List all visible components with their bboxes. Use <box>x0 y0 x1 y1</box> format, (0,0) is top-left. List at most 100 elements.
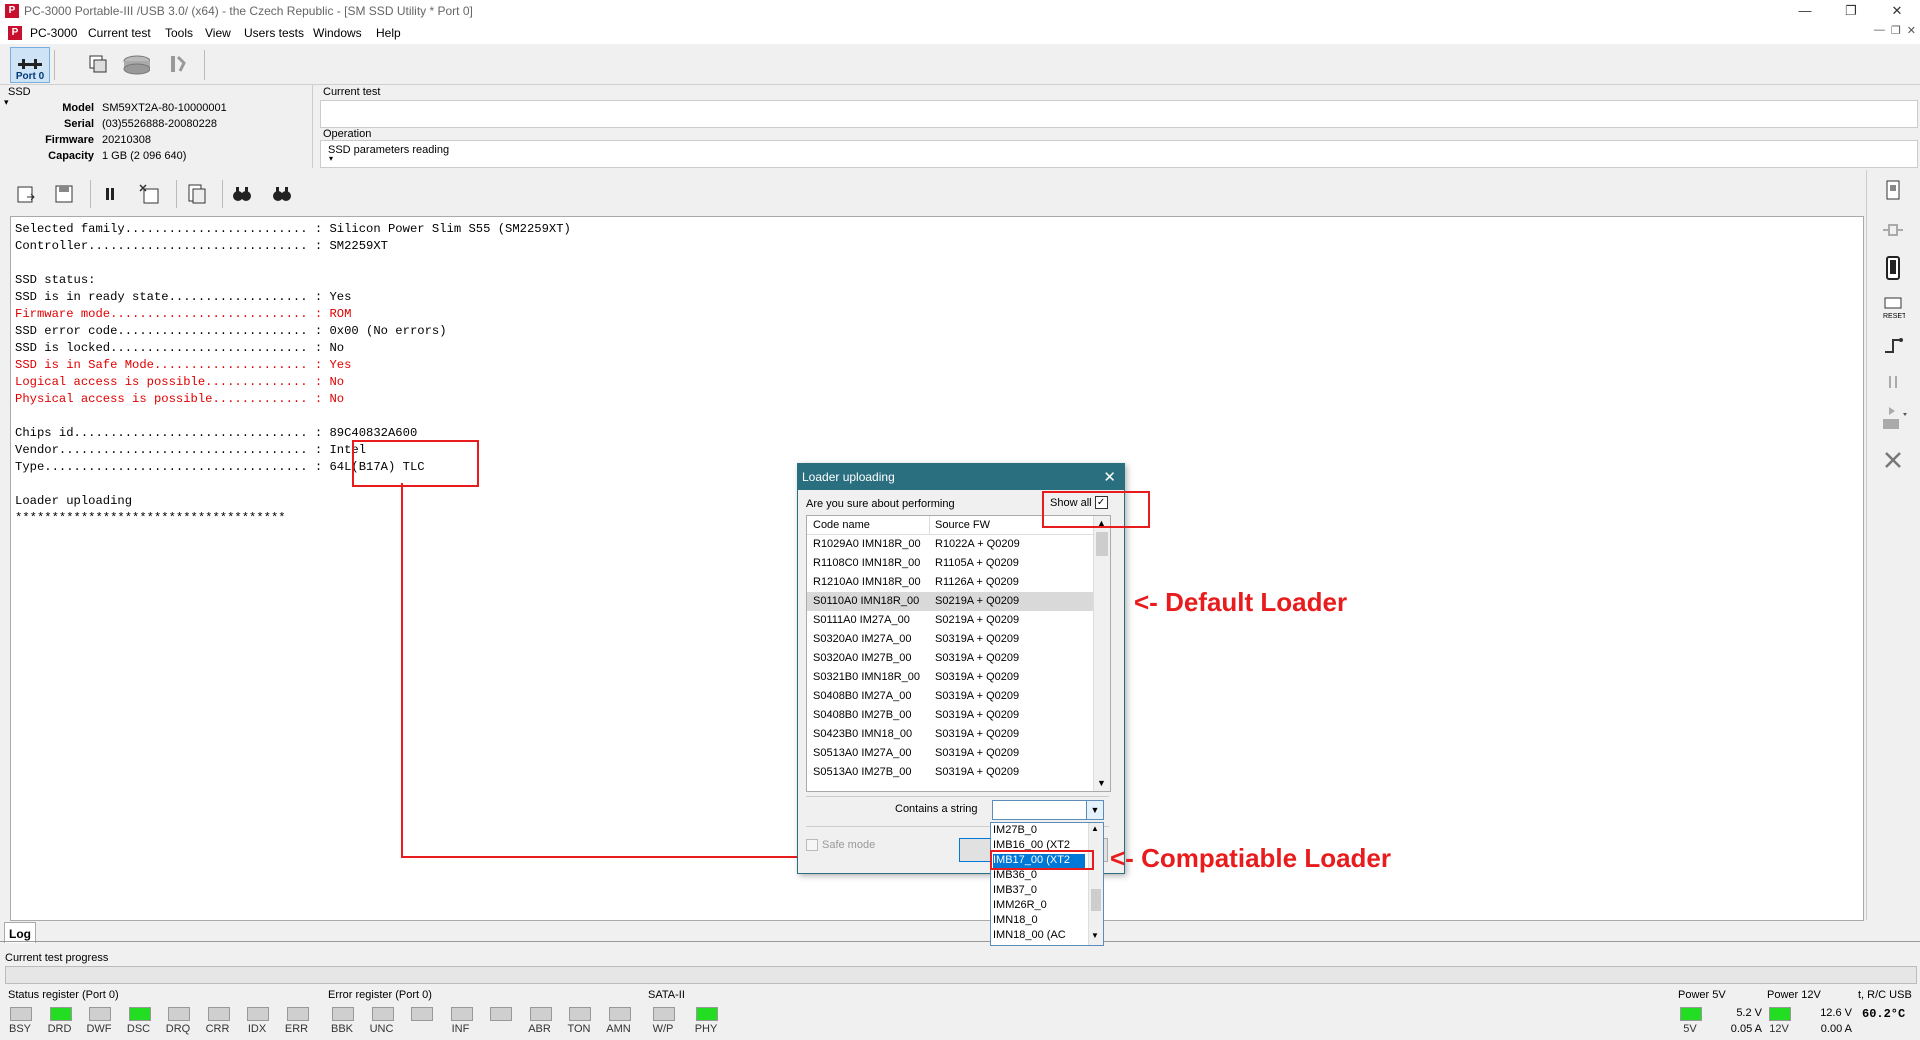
menu-tools[interactable]: Tools <box>165 26 193 40</box>
loader-row[interactable]: S0110A0 IMN18R_00 S0219A + Q0209 <box>807 592 1093 611</box>
dropdown-scrollbar[interactable]: ▲ ▼ <box>1088 823 1103 945</box>
menu-current-test[interactable]: Current test <box>88 26 151 40</box>
loader-source-fw: S0319A + Q0209 <box>935 747 1020 759</box>
dropdown-scroll-up-icon[interactable]: ▲ <box>1091 824 1099 833</box>
sidebar-power-icon[interactable] <box>1879 216 1907 244</box>
dropdown-item[interactable]: IMN18_0 <box>993 914 1085 929</box>
filter-input[interactable] <box>995 802 1083 816</box>
current-test-label: Current test <box>323 86 381 98</box>
menu-view[interactable]: View <box>205 26 231 40</box>
log-line: Chips id................................… <box>15 426 418 440</box>
loader-row[interactable]: R1210A0 IMN18R_00 R1126A + Q0209 <box>807 573 1093 592</box>
open-file-icon[interactable] <box>12 180 40 208</box>
loader-source-fw: S0319A + Q0209 <box>935 671 1020 683</box>
log-line: Vendor..................................… <box>15 443 367 457</box>
status-led <box>490 1007 512 1021</box>
status-led-label: DWF <box>86 1023 112 1035</box>
sidebar-drive-info-icon[interactable] <box>1879 176 1907 204</box>
sidebar-connection-icon[interactable] <box>1879 332 1907 360</box>
menu-windows[interactable]: Windows <box>313 26 362 40</box>
log-line: Selected family.........................… <box>15 222 571 236</box>
dropdown-scroll-down-icon[interactable]: ▼ <box>1091 931 1099 940</box>
loader-source-fw: R1126A + Q0209 <box>935 576 1019 588</box>
safe-mode-box <box>806 839 818 851</box>
close-window-button[interactable]: ✕ <box>1874 0 1920 22</box>
progress-bar <box>5 966 1917 984</box>
sidebar-pause-icon[interactable] <box>1879 368 1907 396</box>
dropdown-item[interactable]: IMB37_0 <box>993 884 1085 899</box>
find-next-icon[interactable] <box>268 180 296 208</box>
dropdown-item[interactable]: IM27B_0 <box>993 824 1085 839</box>
dropdown-item[interactable]: IMB36_0 <box>993 869 1085 884</box>
mdi-restore-button[interactable]: ❐ <box>1891 24 1901 37</box>
status-led-label: INF <box>451 1023 470 1035</box>
loader-code-name: R1108C0 IMN18R_00 <box>813 557 921 569</box>
operation-expand-icon[interactable]: ▾ <box>329 154 333 163</box>
loader-row[interactable]: S0320A0 IM27A_00 S0319A + Q0209 <box>807 630 1093 649</box>
menu-bar: P PC-3000 Current test Tools View Users … <box>0 22 1920 45</box>
copy-windows-icon[interactable] <box>84 50 112 78</box>
loader-code-name: R1210A0 IMN18R_00 <box>813 576 921 588</box>
capacity-value: 1 GB (2 096 640) <box>102 150 187 162</box>
scroll-thumb[interactable] <box>1096 532 1108 556</box>
stop-test-icon[interactable] <box>136 180 164 208</box>
error-register-title: Error register (Port 0) <box>328 989 432 1001</box>
loader-row[interactable]: S0320A0 IM27B_00 S0319A + Q0209 <box>807 649 1093 668</box>
safe-mode-checkbox[interactable]: Safe mode <box>806 839 875 851</box>
loader-row[interactable]: S0423B0 IMN18_00 S0319A + Q0209 <box>807 725 1093 744</box>
dropdown-scroll-thumb[interactable] <box>1091 889 1101 911</box>
tool-icon[interactable] <box>163 50 191 78</box>
status-led-label: CRR <box>205 1023 230 1035</box>
status-led-label: TON <box>567 1023 591 1035</box>
copy-log-icon[interactable] <box>182 180 210 208</box>
sidebar-play-chip-icon[interactable] <box>1879 406 1907 434</box>
pause-icon[interactable] <box>96 180 124 208</box>
loader-code-name: S0321B0 IMN18R_00 <box>813 671 921 683</box>
dropdown-item[interactable]: IMN18_00 (AC <box>993 929 1085 944</box>
loader-row[interactable]: S0321B0 IMN18R_00 S0319A + Q0209 <box>807 668 1093 687</box>
loader-code-name: S0111A0 IM27A_00 <box>813 614 910 626</box>
temperature-value: 60.2°C <box>1862 1007 1906 1021</box>
loader-row[interactable]: R1029A0 IMN18R_00 R1022A + Q0209 <box>807 535 1093 554</box>
loader-code-name: S0408B0 IM27B_00 <box>813 709 912 721</box>
dialog-close-icon[interactable]: ✕ <box>1103 468 1116 486</box>
maximize-button[interactable]: ❐ <box>1828 0 1874 22</box>
ssd-section-label: SSD <box>8 86 31 98</box>
mdi-close-button[interactable]: ✕ <box>1907 24 1916 37</box>
save-file-icon[interactable] <box>50 180 78 208</box>
sidebar-tools-icon[interactable] <box>1879 446 1907 474</box>
dropdown-item[interactable]: IMM26R_0 <box>993 899 1085 914</box>
status-led <box>696 1007 718 1021</box>
loader-row[interactable]: S0408B0 IM27A_00 S0319A + Q0209 <box>807 687 1093 706</box>
log-tab[interactable]: Log <box>4 922 36 943</box>
mdi-minimize-button[interactable]: — <box>1874 24 1885 37</box>
column-code-name[interactable]: Code name <box>813 519 870 531</box>
loader-source-fw: S0319A + Q0209 <box>935 633 1020 645</box>
filter-dropdown-icon[interactable]: ▼ <box>1086 801 1103 819</box>
loader-row[interactable]: S0111A0 IM27A_00 S0219A + Q0209 <box>807 611 1093 630</box>
loader-source-fw: S0319A + Q0209 <box>935 709 1020 721</box>
status-led <box>371 1007 394 1021</box>
port0-button[interactable]: Port 0 <box>10 47 50 83</box>
menu-pc3000[interactable]: PC-3000 <box>30 26 77 40</box>
status-led-label: PHY <box>694 1023 718 1035</box>
loader-row[interactable]: S0513A0 IM27A_00 S0319A + Q0209 <box>807 744 1093 763</box>
filter-combobox[interactable]: ▼ <box>992 800 1104 820</box>
sidebar-device-icon[interactable] <box>1879 254 1907 282</box>
minimize-button[interactable]: — <box>1782 0 1828 22</box>
sidebar-reset-icon[interactable]: RESET <box>1879 294 1907 322</box>
menu-help[interactable]: Help <box>376 26 401 40</box>
find-icon[interactable] <box>228 180 256 208</box>
scroll-down-icon[interactable]: ▼ <box>1097 778 1106 788</box>
status-led-label: DSC <box>126 1023 151 1035</box>
drive-icon[interactable] <box>122 50 150 78</box>
loader-row[interactable]: R1108C0 IMN18R_00 R1105A + Q0209 <box>807 554 1093 573</box>
loader-row[interactable]: S0513A0 IM27B_00 S0319A + Q0209 <box>807 763 1093 782</box>
status-led <box>653 1007 675 1021</box>
column-source-fw[interactable]: Source FW <box>935 519 990 531</box>
list-scrollbar[interactable]: ▲ ▼ <box>1093 516 1110 791</box>
loader-code-name: S0423B0 IMN18_00 <box>813 728 913 740</box>
log-line: SSD is locked...........................… <box>15 341 345 355</box>
loader-row[interactable]: S0408B0 IM27B_00 S0319A + Q0209 <box>807 706 1093 725</box>
menu-users-tests[interactable]: Users tests <box>244 26 304 40</box>
